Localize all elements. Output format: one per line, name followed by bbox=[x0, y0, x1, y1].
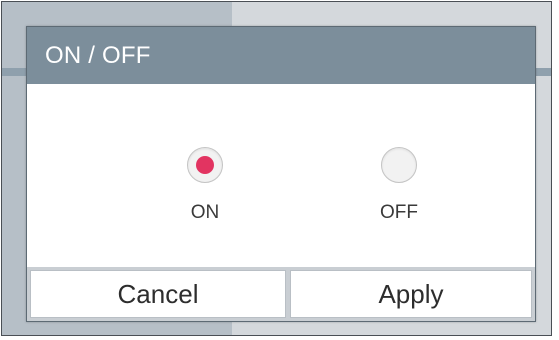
radio-selected-dot-icon bbox=[196, 156, 214, 174]
apply-button[interactable]: Apply bbox=[290, 270, 532, 318]
radio-off[interactable] bbox=[381, 147, 417, 183]
dialog-title: ON / OFF bbox=[45, 42, 151, 69]
background-screen: ON / OFF ON OFF Cancel Apply bbox=[1, 1, 552, 336]
dialog-footer: Cancel Apply bbox=[27, 267, 535, 321]
on-off-dialog: ON / OFF ON OFF Cancel Apply bbox=[26, 26, 536, 322]
option-off[interactable]: OFF bbox=[361, 147, 441, 227]
dialog-header: ON / OFF bbox=[27, 27, 535, 84]
option-on-label: ON bbox=[190, 202, 220, 223]
option-on[interactable]: ON bbox=[167, 147, 247, 227]
cancel-button[interactable]: Cancel bbox=[30, 270, 286, 318]
radio-on[interactable] bbox=[187, 147, 223, 183]
option-off-label: OFF bbox=[380, 202, 418, 223]
